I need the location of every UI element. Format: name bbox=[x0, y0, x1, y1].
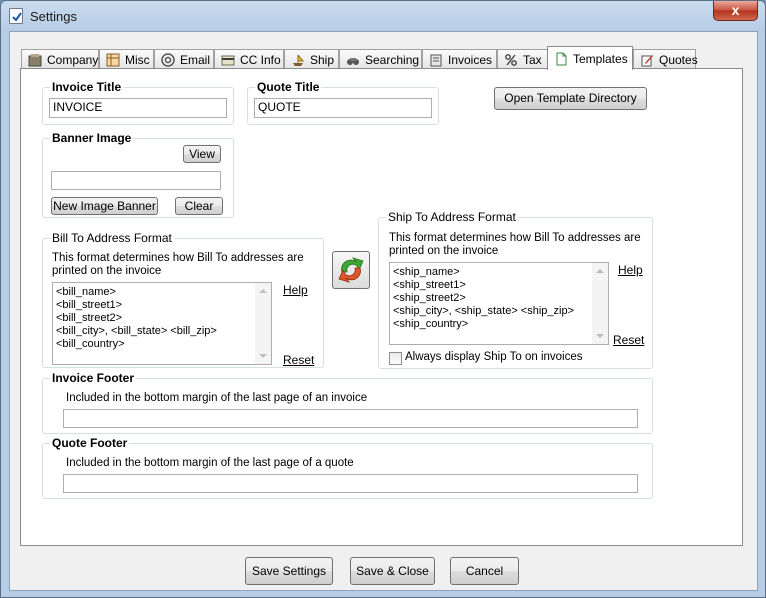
invoice-title-input[interactable]: INVOICE bbox=[49, 98, 227, 118]
ship-to-scrollbar[interactable] bbox=[592, 263, 608, 344]
misc-icon bbox=[106, 53, 120, 67]
tab-tax[interactable]: Tax bbox=[497, 49, 548, 70]
quote-footer-description: Included in the bottom margin of the las… bbox=[66, 457, 354, 469]
cancel-button[interactable]: Cancel bbox=[450, 557, 519, 585]
tab-templates[interactable]: Templates bbox=[547, 46, 633, 70]
window-title: Settings bbox=[30, 9, 77, 24]
clear-banner-button[interactable]: Clear bbox=[175, 197, 223, 215]
quote-title-label: Quote Title bbox=[255, 80, 322, 94]
quote-title-input[interactable]: QUOTE bbox=[254, 98, 432, 118]
invoice-footer-group: Invoice Footer Included in the bottom ma… bbox=[42, 371, 653, 434]
tab-invoices[interactable]: Invoices bbox=[422, 49, 497, 70]
swap-arrows-icon bbox=[336, 255, 366, 288]
bill-to-reset-link[interactable]: Reset bbox=[283, 353, 314, 367]
tab-searching[interactable]: Searching bbox=[339, 49, 422, 70]
banner-path-input[interactable] bbox=[51, 171, 221, 190]
tab-email[interactable]: Email bbox=[154, 49, 214, 70]
bill-to-label: Bill To Address Format bbox=[50, 231, 174, 245]
binoculars-icon bbox=[346, 53, 360, 67]
tab-quotes[interactable]: Quotes bbox=[633, 49, 698, 70]
bill-to-scrollbar[interactable] bbox=[255, 283, 271, 364]
save-and-close-button[interactable]: Save & Close bbox=[350, 557, 435, 585]
quotes-icon bbox=[640, 53, 654, 67]
bill-to-help-link[interactable]: Help bbox=[283, 283, 308, 297]
save-settings-button[interactable]: Save Settings bbox=[245, 557, 333, 585]
quote-footer-label: Quote Footer bbox=[50, 436, 130, 450]
ship-icon bbox=[291, 53, 305, 67]
templates-panel: Invoice Title INVOICE Quote Title QUOTE … bbox=[20, 68, 743, 546]
new-image-banner-button[interactable]: New Image Banner bbox=[51, 197, 158, 215]
tab-misc[interactable]: Misc bbox=[99, 49, 154, 70]
always-display-ship-to-checkbox[interactable] bbox=[389, 352, 402, 365]
tab-cc-info[interactable]: CC Info bbox=[214, 49, 284, 70]
close-button[interactable]: x bbox=[713, 1, 758, 21]
invoice-footer-description: Included in the bottom margin of the las… bbox=[66, 392, 368, 404]
bill-to-description: This format determines how Bill To addre… bbox=[52, 252, 304, 277]
ship-to-help-link[interactable]: Help bbox=[618, 263, 643, 277]
open-template-directory-button[interactable]: Open Template Directory bbox=[494, 87, 647, 110]
invoice-footer-input[interactable] bbox=[63, 409, 638, 428]
invoice-title-label: Invoice Title bbox=[50, 80, 124, 94]
settings-app-icon bbox=[9, 8, 23, 24]
tab-strip: Company Misc Email CC Info Ship Searchin… bbox=[21, 46, 751, 70]
percent-icon bbox=[504, 53, 518, 67]
ship-to-group: Ship To Address Format This format deter… bbox=[378, 210, 653, 369]
ship-to-format-textarea[interactable]: <ship_name> <ship_street1> <ship_street2… bbox=[389, 262, 609, 345]
bill-to-group: Bill To Address Format This format deter… bbox=[42, 231, 324, 368]
always-display-ship-to-label: Always display Ship To on invoices bbox=[405, 351, 583, 363]
quote-footer-input[interactable] bbox=[63, 474, 638, 493]
email-icon bbox=[161, 53, 175, 67]
quote-title-group: Quote Title QUOTE bbox=[247, 80, 439, 125]
tab-ship[interactable]: Ship bbox=[284, 49, 339, 70]
credit-card-icon bbox=[221, 53, 235, 67]
ship-to-description: This format determines how Bill To addre… bbox=[389, 232, 641, 257]
company-icon bbox=[28, 53, 42, 67]
settings-window: Settings x Company Misc Email CC Info Sh… bbox=[0, 0, 766, 598]
banner-image-group: Banner Image View New Image Banner Clear bbox=[42, 131, 234, 218]
bill-to-format-textarea[interactable]: <bill_name> <bill_street1> <bill_street2… bbox=[52, 282, 272, 365]
invoice-footer-label: Invoice Footer bbox=[50, 371, 137, 385]
tab-company[interactable]: Company bbox=[21, 49, 99, 70]
ship-to-reset-link[interactable]: Reset bbox=[613, 333, 644, 347]
quote-footer-group: Quote Footer Included in the bottom marg… bbox=[42, 436, 653, 499]
swap-address-format-button[interactable] bbox=[332, 251, 370, 289]
invoice-title-group: Invoice Title INVOICE bbox=[42, 80, 234, 125]
title-bar[interactable]: Settings x bbox=[1, 1, 765, 31]
view-banner-button[interactable]: View bbox=[183, 145, 221, 163]
ship-to-label: Ship To Address Format bbox=[386, 210, 518, 224]
document-icon bbox=[554, 52, 568, 66]
invoices-icon bbox=[429, 53, 443, 67]
dialog-client-area: Company Misc Email CC Info Ship Searchin… bbox=[9, 31, 758, 591]
banner-image-label: Banner Image bbox=[50, 131, 134, 145]
